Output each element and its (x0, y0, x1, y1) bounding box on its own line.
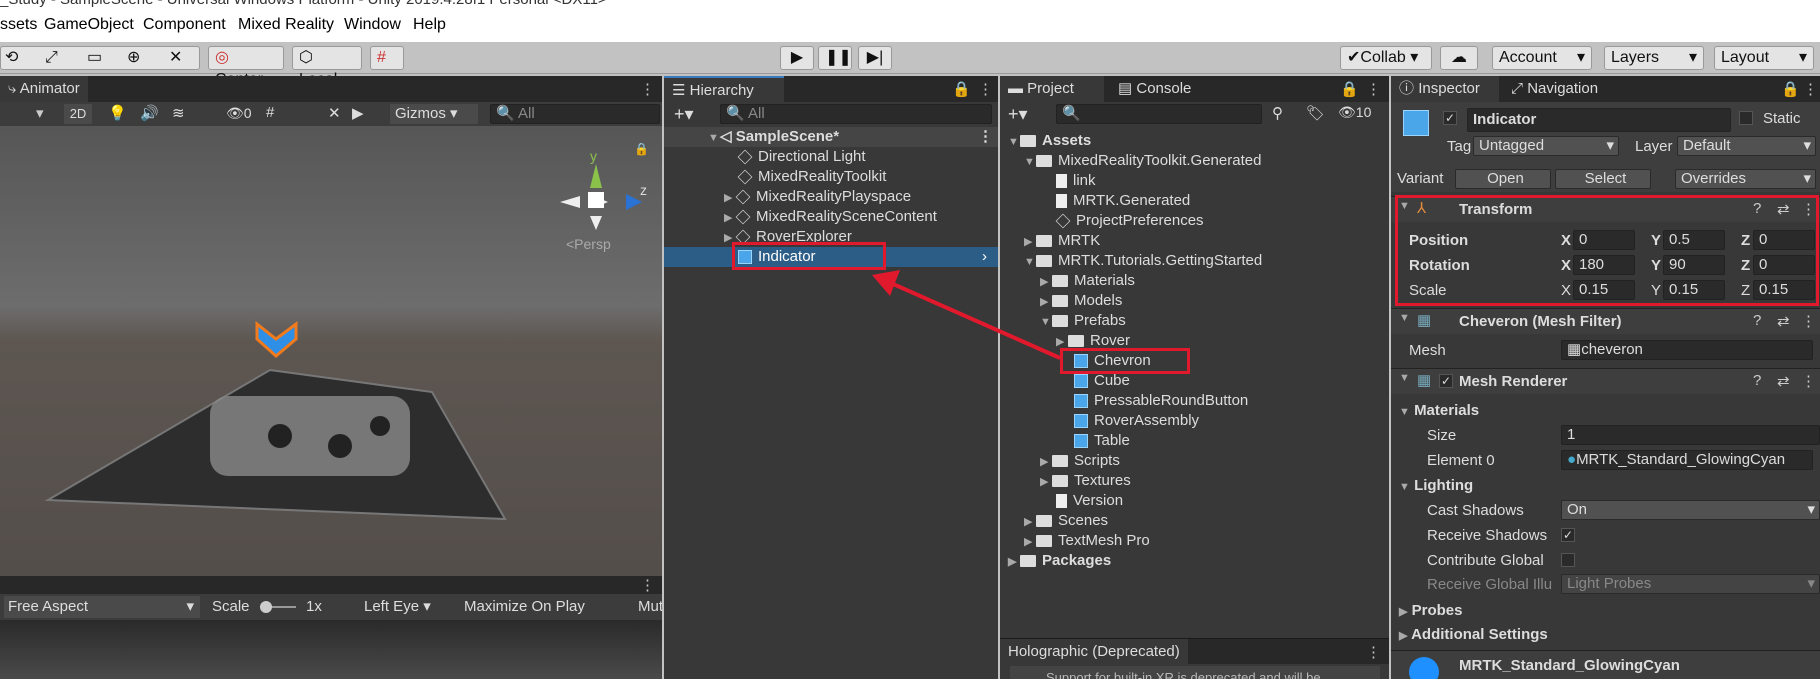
annotation-arrow (872, 270, 1061, 360)
